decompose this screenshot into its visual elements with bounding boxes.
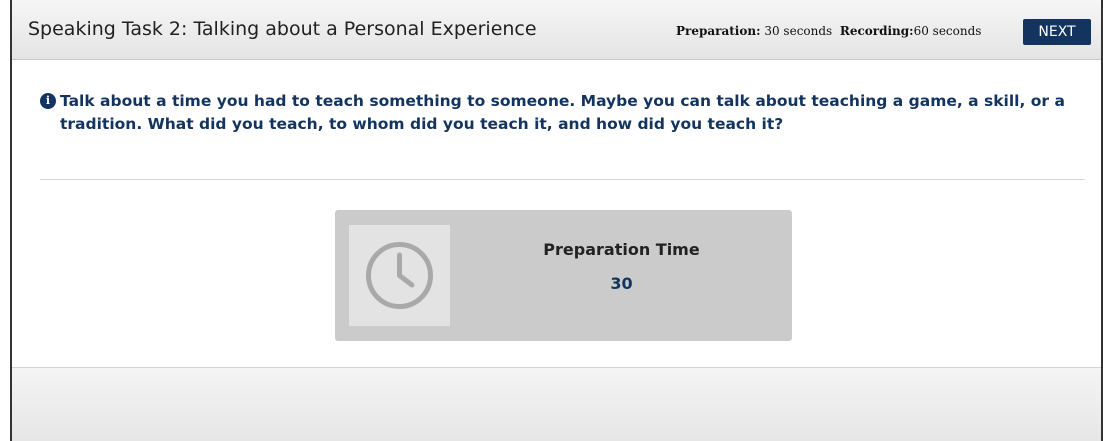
preparation-time-label: Preparation Time <box>543 240 700 259</box>
header-bar: Speaking Task 2: Talking about a Persona… <box>12 0 1101 60</box>
clock-icon-box <box>349 225 450 326</box>
footer-bar <box>12 367 1101 441</box>
info-icon: i <box>40 93 56 109</box>
task-prompt: i Talk about a time you had to teach som… <box>40 90 1085 136</box>
preparation-time-value: 30 <box>610 274 633 293</box>
prompt-text: Talk about a time you had to teach somet… <box>60 92 1065 133</box>
recording-label: Recording: <box>839 24 914 38</box>
recording-value: 60 seconds <box>913 24 982 38</box>
timing-info: Preparation: 30 seconds Recording:60 sec… <box>676 24 981 38</box>
preparation-value: 30 seconds <box>764 24 833 38</box>
clock-icon <box>366 242 433 309</box>
preparation-label: Preparation: <box>676 24 761 38</box>
divider <box>40 179 1085 180</box>
next-button[interactable]: NEXT <box>1023 19 1091 45</box>
app-window: Speaking Task 2: Talking about a Persona… <box>10 0 1103 441</box>
preparation-timer-panel: Preparation Time 30 <box>335 210 792 341</box>
task-title: Speaking Task 2: Talking about a Persona… <box>28 18 537 40</box>
